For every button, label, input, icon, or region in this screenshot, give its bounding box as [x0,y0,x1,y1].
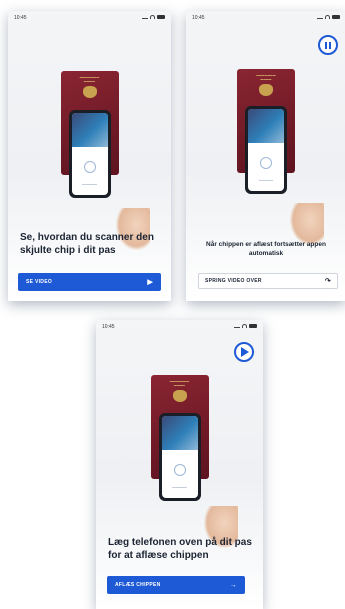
wifi-icon [325,15,330,19]
screen-read-chip: 10:45 ▬▬▬▬▬▬▬ ▬▬▬▬ Læg telefonen oven på … [96,320,263,609]
status-bar: 10:45 [186,11,345,23]
phone-illustration [245,106,287,194]
battery-icon [249,324,257,328]
wifi-icon [150,15,155,19]
arrow-right-icon: → [229,581,237,589]
play-button[interactable] [234,342,254,362]
pause-button[interactable] [318,35,338,55]
status-bar: 10:45 [96,320,263,332]
status-bar: 10:45 [8,11,171,23]
wifi-icon [242,324,247,328]
status-time: 10:45 [102,324,115,330]
crest-icon [172,390,187,402]
headline: Læg telefonen oven på dit pas for at afl… [108,537,252,561]
see-video-button[interactable]: SE VIDEO ▶ [18,273,161,291]
crest-icon [259,84,273,96]
battery-icon [157,15,165,19]
skip-video-button[interactable]: SPRING VIDEO OVER ↷ [198,273,338,289]
screen-see-video: 10:45 ▬▬▬▬▬▬▬ ▬▬▬▬ Se, hvordan du scanner… [8,11,171,301]
hand-illustration [290,203,324,245]
read-chip-button[interactable]: AFLÆS CHIPPEN → [107,576,245,594]
signal-icon [317,16,323,19]
status-time: 10:45 [192,15,205,21]
headline: Se, hvordan du scanner den skjulte chip … [20,232,154,256]
pause-icon [325,41,331,49]
signal-icon [142,16,148,19]
play-icon: ▶ [147,279,153,286]
signal-icon [234,325,240,328]
scan-ring-icon [260,156,272,169]
phone-illustration [68,110,111,198]
scan-ring-icon [173,463,186,476]
play-icon [241,347,249,357]
status-time: 10:45 [14,15,27,21]
screen-video-playing: 10:45 ▬▬▬▬▬▬▬ ▬▬▬▬ Når chippen er aflæst … [186,11,345,301]
phone-illustration [158,413,201,501]
scan-ring-icon [83,160,96,173]
crest-icon [82,86,97,98]
skip-arrow-icon: ↷ [324,278,331,285]
battery-icon [332,15,340,19]
auto-continue-note: Når chippen er aflæst fortsætter appen a… [206,241,326,257]
